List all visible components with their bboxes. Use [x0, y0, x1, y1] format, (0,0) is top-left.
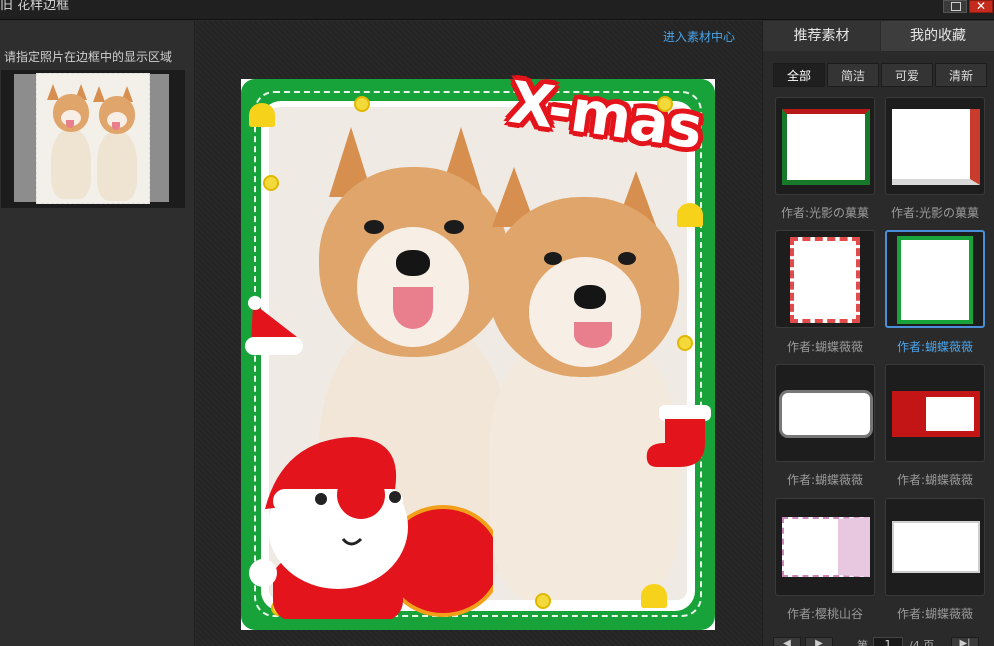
left-panel: 请指定照片在边框中的显示区域: [0, 21, 195, 646]
frame-thumb[interactable]: [885, 364, 985, 462]
frame-preview: [790, 237, 860, 323]
last-page-button[interactable]: ▶|: [951, 637, 979, 646]
dog-thumb-left: [47, 84, 93, 202]
frame-thumb[interactable]: [885, 498, 985, 596]
filter-cute[interactable]: 可爱: [881, 63, 933, 87]
pager-suffix: /4 页: [909, 639, 935, 646]
bell-icon: [641, 584, 667, 608]
stocking-icon: [646, 405, 711, 467]
thumb-author: 作者:蝴蝶薇薇: [896, 340, 974, 354]
frame-preview: [892, 109, 980, 185]
frame-thumb[interactable]: [775, 498, 875, 596]
enter-material-center-link[interactable]: 进入素材中心: [663, 28, 735, 45]
page-number-input[interactable]: 1: [873, 637, 903, 646]
prev-page-button[interactable]: ◀: [773, 637, 801, 646]
workspace: 进入素材中心 X-mas: [196, 21, 762, 646]
right-panel: 推荐素材 我的收藏 全部 简洁 可爱 清新 作者:光影の菓菓 作者:光影の菓菓 …: [762, 21, 994, 646]
bell-icon: [249, 103, 275, 127]
frame-canvas[interactable]: X-mas: [241, 68, 715, 630]
frame-thumb[interactable]: [775, 230, 875, 328]
frame-thumb[interactable]: [775, 364, 875, 462]
frame-thumb[interactable]: [775, 97, 875, 195]
app-window: 旧 花样边框 ✕ 请指定照片在边框中的显示区域 进入素材中心 X-mas 推荐素…: [0, 0, 994, 646]
ornament-ball-icon: [657, 96, 673, 112]
frame-preview: [892, 391, 980, 437]
crop-selection-handle[interactable]: [36, 73, 150, 204]
frame-preview: [892, 521, 980, 573]
bell-icon: [677, 203, 703, 227]
frame-thumb[interactable]: [885, 97, 985, 195]
window-title: 旧 花样边框: [0, 0, 70, 13]
frame-thumb-selected[interactable]: [885, 230, 985, 328]
ornament-ball-icon: [677, 335, 693, 351]
crop-hint: 请指定照片在边框中的显示区域: [4, 50, 173, 64]
frame-preview: [782, 393, 870, 435]
filter-all[interactable]: 全部: [773, 63, 825, 87]
thumb-author: 作者:蝴蝶薇薇: [786, 473, 864, 487]
santa-hat-icon: [245, 296, 303, 355]
thumb-author: 作者:蝴蝶薇薇: [786, 340, 864, 354]
santa-icon: [249, 437, 493, 619]
title-bar: 旧 花样边框 ✕: [0, 0, 994, 20]
next-page-button[interactable]: ▶: [805, 637, 833, 646]
pager-prefix: 第: [857, 639, 868, 646]
tab-favorites[interactable]: 我的收藏: [881, 21, 994, 51]
frame-preview: [782, 517, 870, 577]
ornament-ball-icon: [263, 175, 279, 191]
filter-fresh[interactable]: 清新: [935, 63, 987, 87]
thumb-author: 作者:樱桃山谷: [786, 607, 864, 621]
filter-bar: 全部 简洁 可爱 清新: [773, 63, 987, 87]
ornament-ball-icon: [535, 593, 551, 609]
frame-preview: [897, 236, 973, 324]
filter-simple[interactable]: 简洁: [827, 63, 879, 87]
ornament-ball-icon: [354, 96, 370, 112]
thumb-author: 作者:蝴蝶薇薇: [896, 473, 974, 487]
tab-recommended[interactable]: 推荐素材: [763, 21, 880, 51]
thumb-author: 作者:蝴蝶薇薇: [896, 607, 974, 621]
dog-thumb-right: [93, 86, 139, 203]
pager: ◀ ▶ 第 1 /4 页 ▶|: [773, 637, 987, 646]
frame-preview: [782, 109, 870, 185]
maximize-button[interactable]: [943, 0, 967, 13]
close-button[interactable]: ✕: [969, 0, 993, 13]
thumb-author: 作者:光影の菓菓: [890, 206, 980, 220]
crop-preview: [1, 70, 185, 208]
thumb-author: 作者:光影の菓菓: [780, 206, 870, 220]
